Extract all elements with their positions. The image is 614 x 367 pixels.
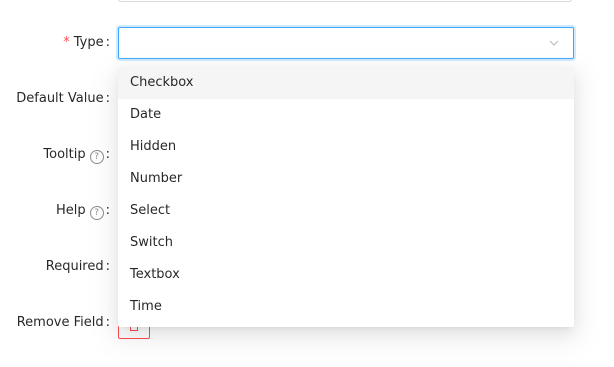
- help-label: Help?:: [56, 202, 110, 220]
- tooltip-label-colon: :: [105, 147, 110, 162]
- chevron-down-icon[interactable]: [548, 37, 560, 49]
- remove-field-label-text: Remove Field: [16, 315, 104, 330]
- required-mark: *: [63, 35, 70, 50]
- remove-field-label: Remove Field:: [17, 314, 110, 332]
- question-circle-icon[interactable]: ?: [89, 150, 104, 164]
- tooltip-label-text: Tooltip: [43, 147, 86, 162]
- help-label-colon: :: [105, 203, 110, 218]
- required-label-colon: :: [105, 259, 110, 274]
- type-label-colon: :: [105, 35, 110, 50]
- dropdown-option-select[interactable]: Select: [118, 195, 574, 227]
- type-select[interactable]: [118, 27, 574, 59]
- remove-field-label-colon: :: [105, 315, 110, 330]
- tooltip-label: Tooltip?:: [43, 146, 110, 164]
- dropdown-option-checkbox[interactable]: Checkbox: [118, 67, 574, 99]
- type-dropdown-menu: Checkbox Date Hidden Number Select Switc…: [118, 67, 574, 327]
- dropdown-option-date[interactable]: Date: [118, 99, 574, 131]
- type-label-text: Type: [73, 35, 104, 50]
- dropdown-option-switch[interactable]: Switch: [118, 227, 574, 259]
- required-label-text: Required: [45, 259, 104, 274]
- form-panel: * Type: Default Value: Tooltip?: Help?: R…: [0, 0, 614, 367]
- required-label: Required:: [46, 258, 110, 276]
- previous-field-input[interactable]: [118, 0, 572, 2]
- dropdown-option-textbox[interactable]: Textbox: [118, 259, 574, 291]
- type-label: * Type:: [63, 34, 110, 52]
- question-circle-icon[interactable]: ?: [89, 206, 104, 220]
- default-value-label-colon: :: [105, 91, 110, 106]
- dropdown-option-hidden[interactable]: Hidden: [118, 131, 574, 163]
- default-value-label: Default Value:: [16, 90, 110, 108]
- default-value-label-text: Default Value: [16, 91, 104, 106]
- help-label-text: Help: [55, 203, 86, 218]
- dropdown-option-number[interactable]: Number: [118, 163, 574, 195]
- dropdown-option-time[interactable]: Time: [118, 291, 574, 323]
